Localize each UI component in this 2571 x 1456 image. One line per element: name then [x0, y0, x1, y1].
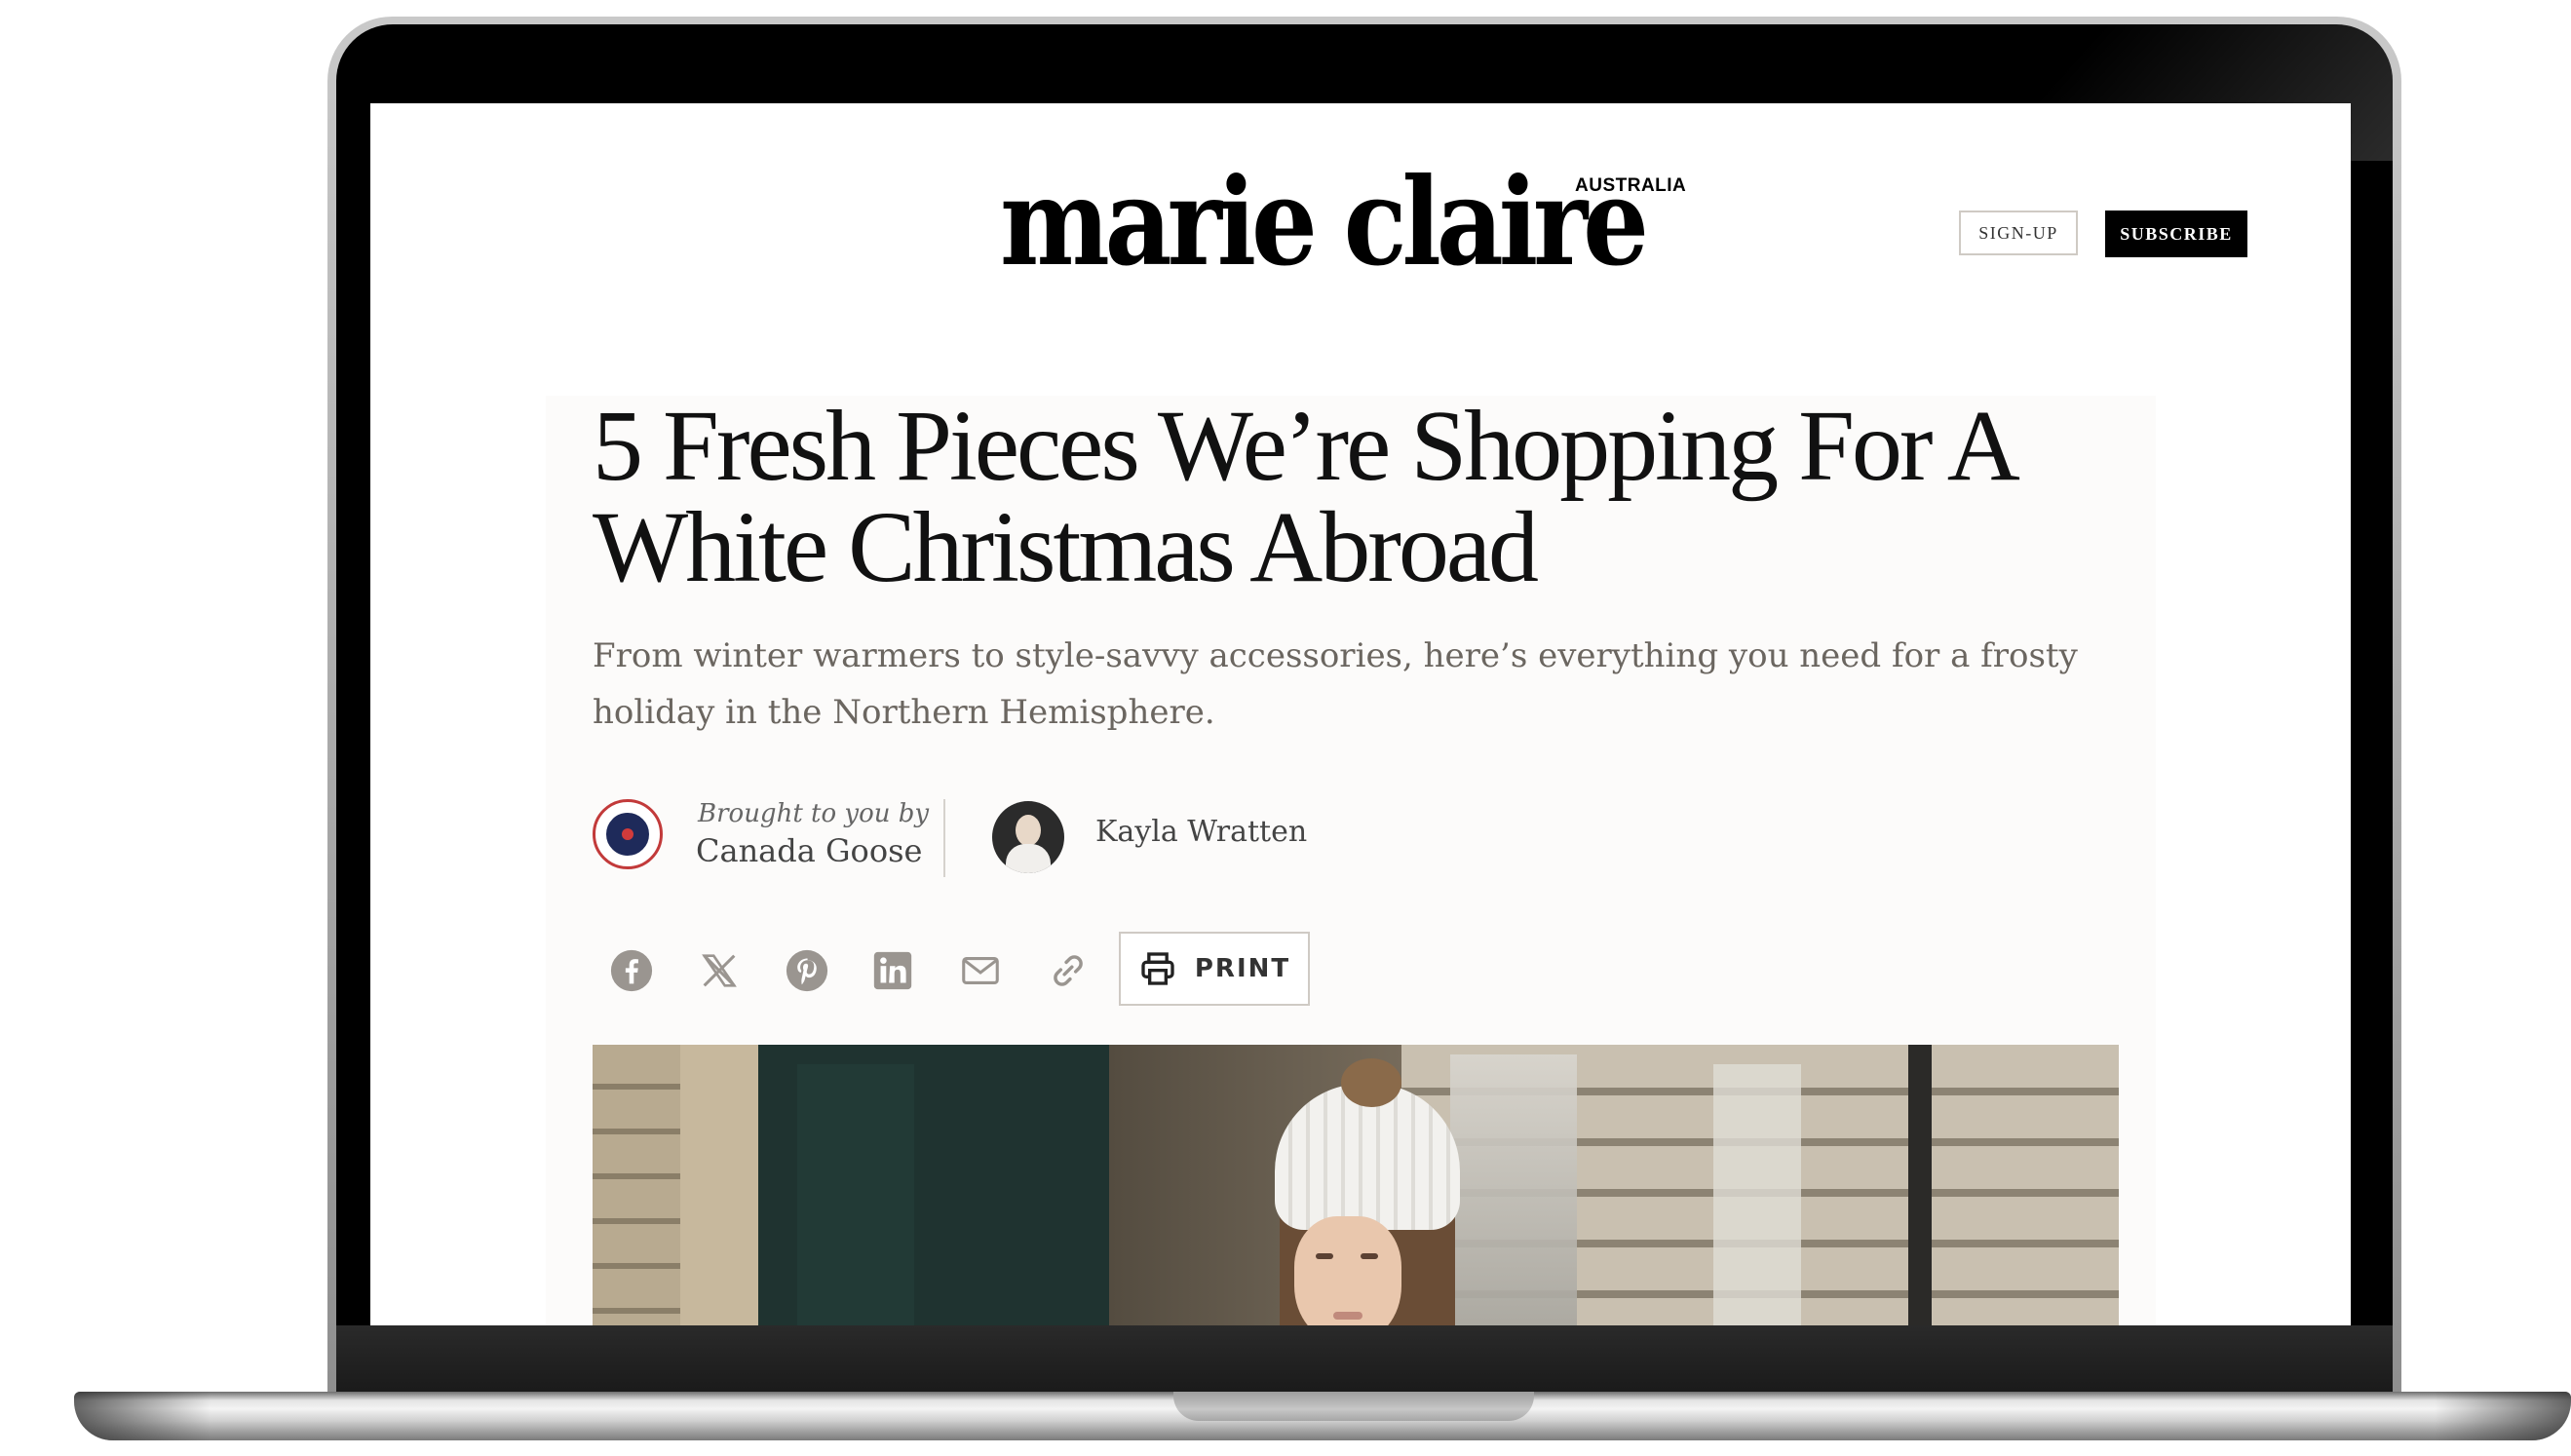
facebook-icon[interactable] [604, 943, 659, 998]
author-name[interactable]: Kayla Wratten [1095, 815, 1307, 849]
hero-window-right [1713, 1064, 1801, 1325]
hero-beanie-pompom [1341, 1058, 1401, 1107]
hero-drainpipe [1908, 1045, 1932, 1325]
laptop-base-shade-right [2435, 1392, 2571, 1440]
linkedin-icon[interactable] [865, 943, 920, 998]
site-logo-region: AUSTRALIA [1575, 175, 1687, 196]
sponsor-logo-badge [603, 810, 652, 859]
sponsor-logo[interactable] [593, 799, 663, 869]
laptop-notch [1173, 1392, 1534, 1421]
author-avatar[interactable] [992, 801, 1064, 873]
print-label: PRINT [1194, 954, 1291, 983]
sponsor-logo-emblem [622, 828, 633, 840]
article-headline: 5 Fresh Pieces We’re Shopping For A White… [593, 396, 2113, 598]
browser-viewport: marie claire AUSTRALIA SIGN-UP SUBSCRIBE… [370, 103, 2351, 1325]
hero-pillar [680, 1045, 758, 1325]
site-logo[interactable]: marie claire [1000, 160, 1649, 287]
author-avatar-body [1006, 844, 1051, 873]
printer-icon [1141, 952, 1174, 985]
email-icon[interactable] [953, 943, 1008, 998]
link-icon[interactable] [1041, 943, 1095, 998]
hero-window [1450, 1054, 1577, 1325]
sponsor-name[interactable]: Canada Goose [696, 832, 922, 869]
article-hero-image [593, 1045, 2119, 1325]
hero-door-panel [797, 1064, 914, 1325]
author-avatar-face [1016, 815, 1041, 846]
subscribe-button[interactable]: SUBSCRIBE [2105, 211, 2247, 257]
hero-model-face [1294, 1216, 1401, 1325]
hero-wall-left [593, 1045, 680, 1325]
laptop-base-shade-left [74, 1392, 211, 1440]
headline-line-2: White Christmas Abroad [593, 491, 1539, 603]
pinterest-icon[interactable] [780, 943, 834, 998]
x-icon[interactable] [692, 943, 747, 998]
byline-divider [943, 799, 945, 877]
article-standfirst: From winter warmers to style-savvy acces… [593, 636, 2078, 732]
hero-model-eye-right [1361, 1253, 1378, 1259]
laptop-chin [336, 1325, 2393, 1394]
sponsor-label: Brought to you by [698, 799, 930, 828]
hero-model-eye-left [1316, 1253, 1333, 1259]
signup-button[interactable]: SIGN-UP [1959, 211, 2078, 255]
hero-model-lips [1333, 1312, 1362, 1320]
print-button[interactable]: PRINT [1119, 932, 1310, 1006]
headline-line-1: 5 Fresh Pieces We’re Shopping For A [593, 390, 2020, 502]
